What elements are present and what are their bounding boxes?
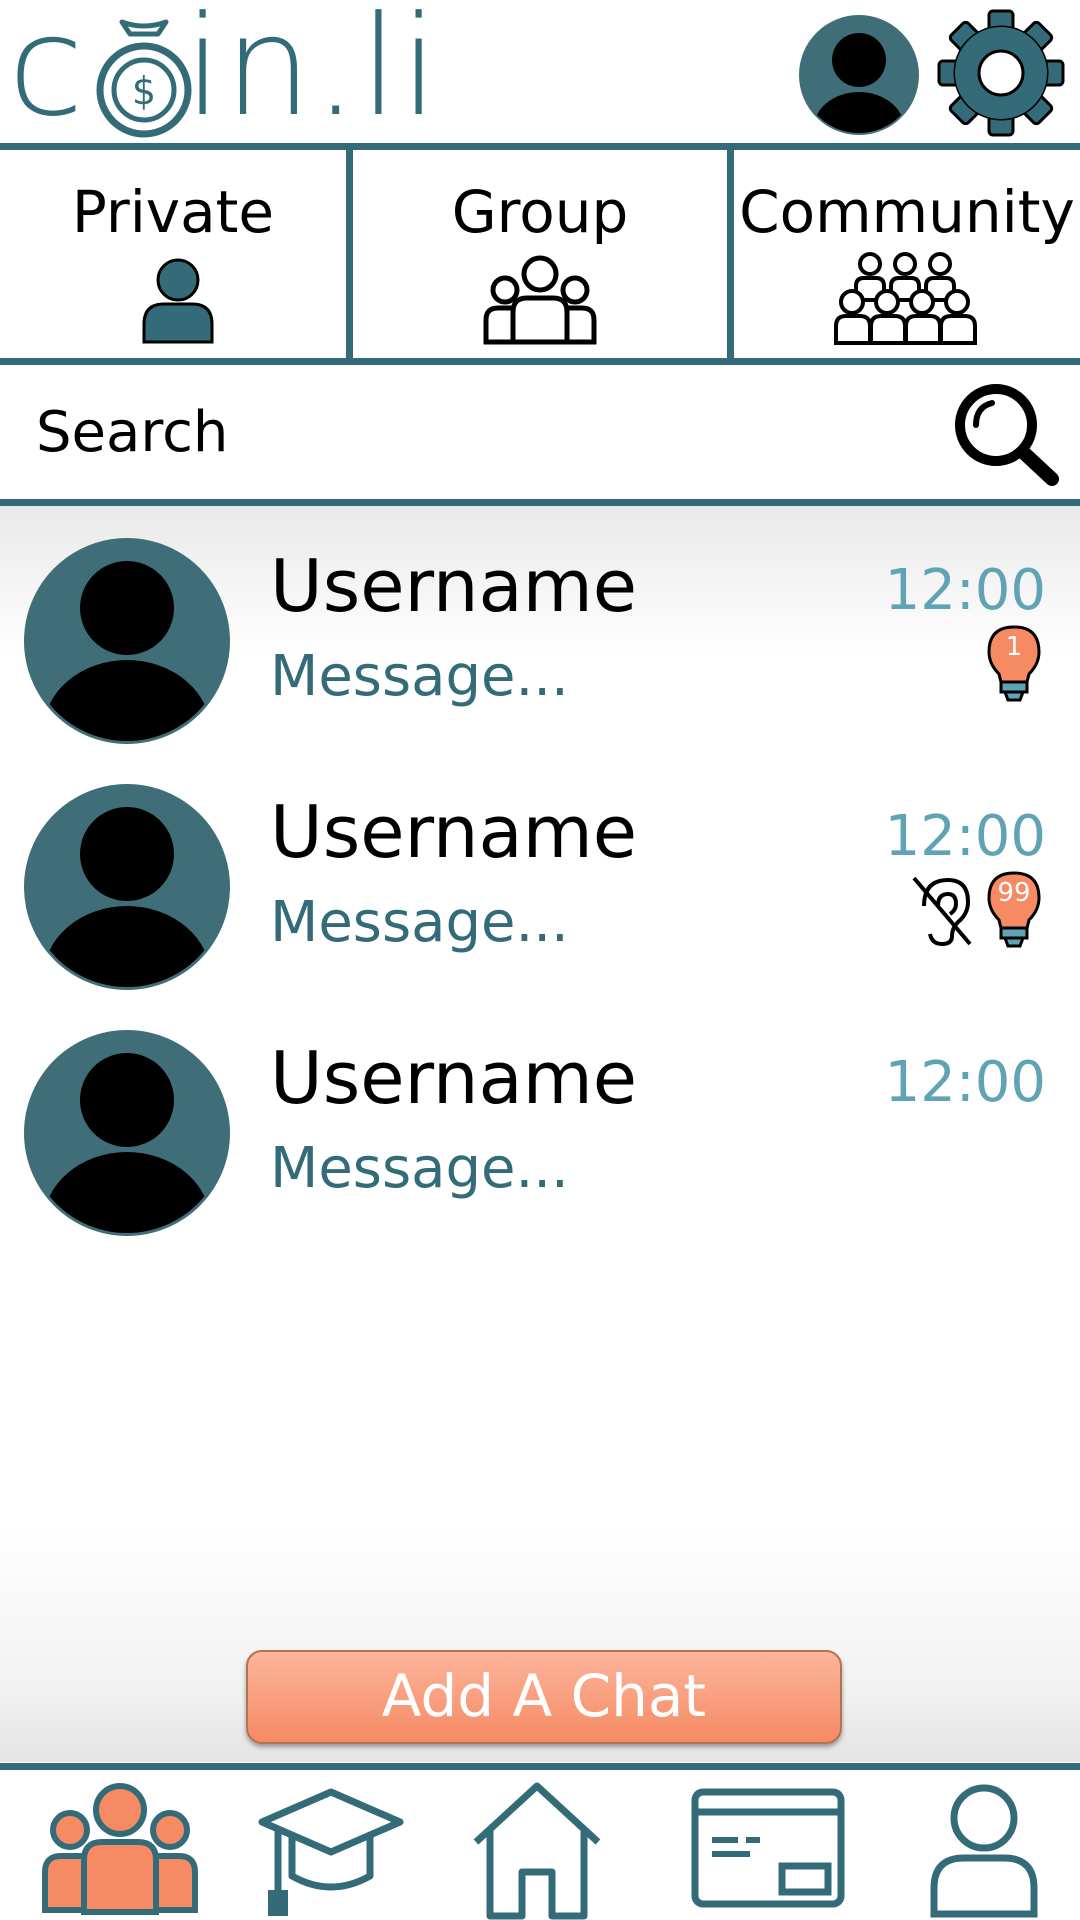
chat-message-preview: Message... (270, 1136, 569, 1201)
single-person-icon (142, 258, 214, 344)
chat-list-item[interactable]: Username Message... 12:00 1 (0, 506, 1080, 752)
user-avatar-icon (24, 784, 230, 990)
add-chat-button[interactable]: Add A Chat (246, 1650, 842, 1744)
user-avatar-icon (24, 1030, 230, 1236)
user-avatar-icon (24, 538, 230, 744)
group-people-icon (483, 255, 597, 345)
search-divider (0, 499, 1080, 506)
chat-list-item[interactable]: Username Message... 12:00 99 (0, 752, 1080, 998)
chat-message-preview: Message... (270, 890, 569, 955)
nav-chats[interactable] (40, 1780, 200, 1920)
muted-ear-icon (912, 876, 972, 947)
bottom-nav (0, 1770, 1080, 1920)
unread-count: 99 (997, 878, 1031, 908)
unread-badge: 1 (985, 624, 1043, 704)
chat-username: Username (270, 790, 638, 874)
chat-username: Username (270, 544, 638, 628)
search-input[interactable] (36, 387, 916, 477)
nav-learn[interactable] (256, 1780, 406, 1920)
tab-private-label: Private (71, 178, 275, 246)
chat-list: Username Message... 12:00 1 Username Mes… (0, 506, 1080, 1762)
app-header: c $ in.li (0, 0, 1080, 150)
tab-group[interactable]: Group (353, 150, 727, 358)
search-icon[interactable] (950, 379, 1060, 489)
chat-message-preview: Message... (270, 644, 569, 709)
nav-cards[interactable] (690, 1780, 846, 1920)
nav-profile[interactable] (928, 1780, 1040, 1920)
tab-community-label: Community (739, 178, 1075, 246)
header-divider (0, 143, 1080, 150)
tab-divider (346, 150, 353, 358)
tab-community[interactable]: Community (734, 150, 1080, 358)
gear-icon[interactable] (936, 8, 1066, 138)
chats-group-icon (42, 1783, 198, 1915)
money-bag-coin-icon: $ (96, 19, 192, 138)
chat-timestamp: 12:00 (884, 1050, 1046, 1115)
chat-type-tabs: Private Group Community (0, 150, 1080, 358)
graduation-cap-icon (258, 1788, 404, 1916)
tab-private[interactable]: Private (0, 150, 346, 358)
app-logo: c $ in.li (8, 0, 438, 138)
home-icon (473, 1782, 601, 1920)
chat-username: Username (270, 1036, 638, 1120)
tabs-divider (0, 358, 1080, 365)
tab-group-label: Group (451, 178, 629, 246)
profile-icon (930, 1784, 1038, 1918)
nav-home[interactable] (470, 1780, 604, 1920)
unread-count: 1 (1005, 632, 1023, 662)
chat-timestamp: 12:00 (884, 804, 1046, 869)
logo-text-right: in.li (184, 0, 441, 147)
chat-list-item[interactable]: Username Message... 12:00 (0, 998, 1080, 1244)
tab-divider (727, 150, 734, 358)
chat-timestamp: 12:00 (884, 558, 1046, 623)
card-icon (691, 1788, 845, 1908)
community-crowd-icon (834, 252, 977, 345)
logo-text-left: c (8, 0, 86, 147)
svg-text:$: $ (132, 69, 156, 113)
search-bar (0, 365, 1080, 499)
user-avatar-icon[interactable] (798, 14, 920, 136)
nav-divider (0, 1763, 1080, 1770)
unread-badge: 99 (985, 870, 1043, 950)
